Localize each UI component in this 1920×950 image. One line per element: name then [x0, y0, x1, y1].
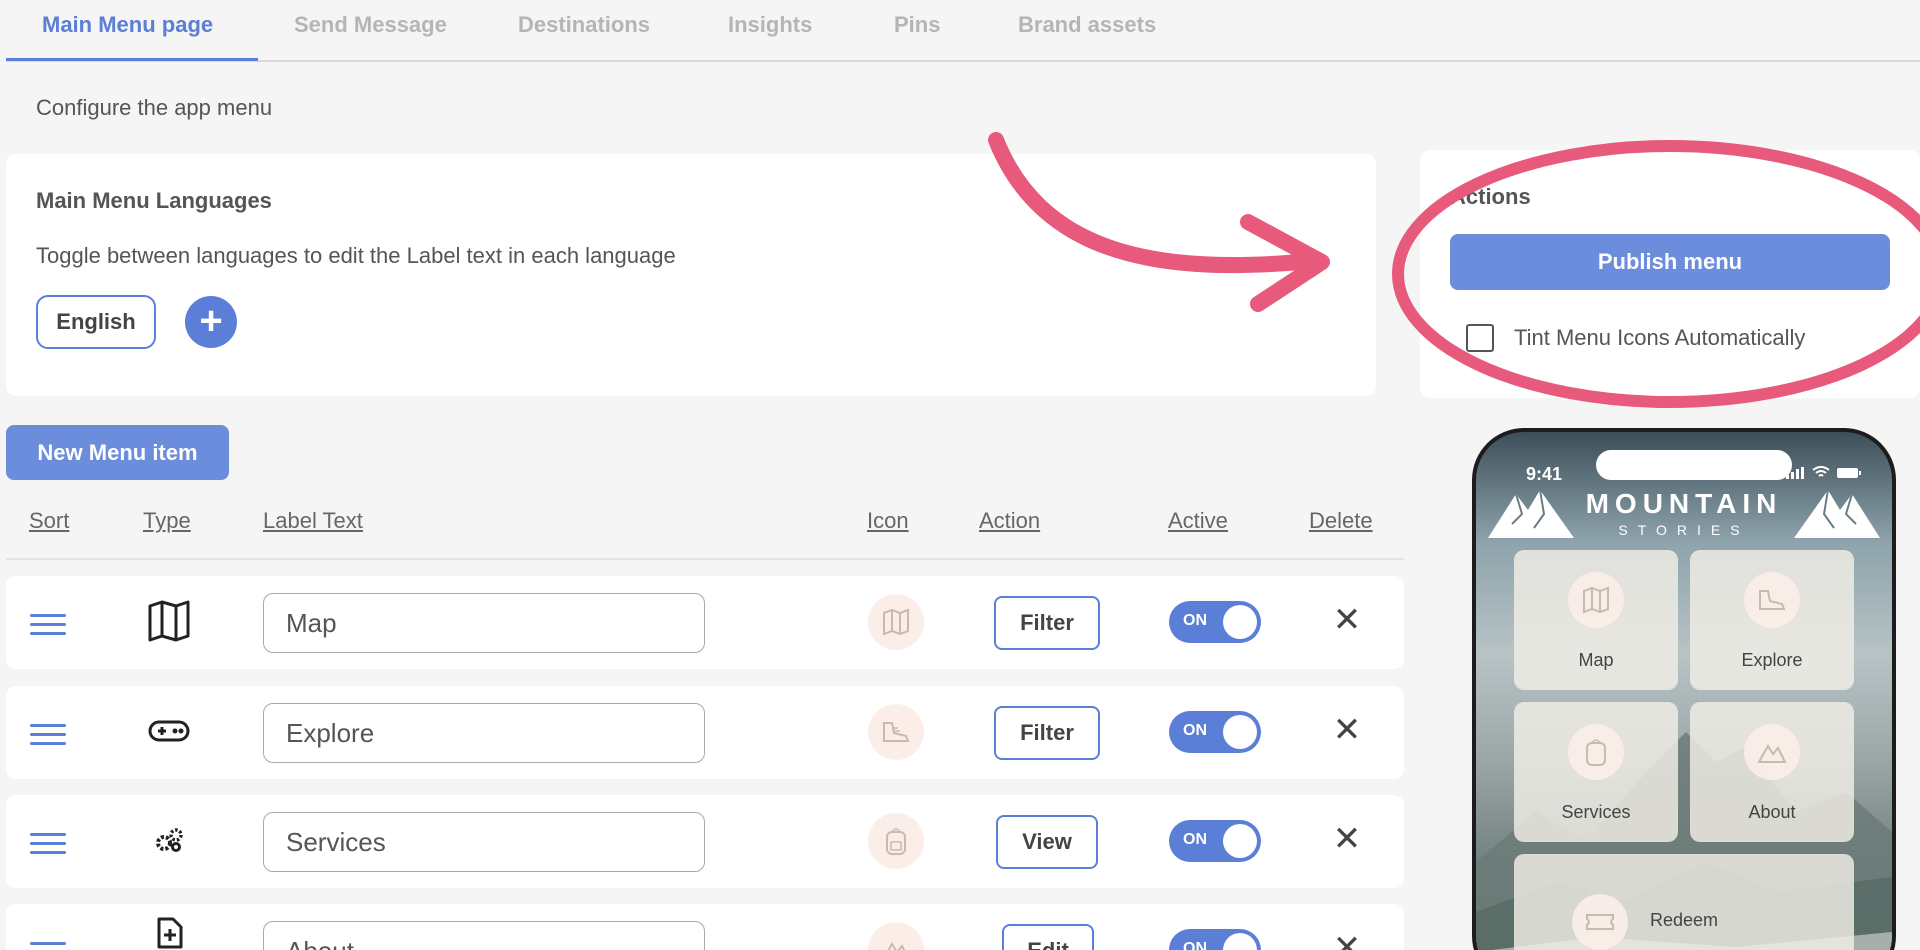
column-header-active[interactable]: Active	[1168, 508, 1228, 534]
column-header-sort[interactable]: Sort	[29, 508, 69, 534]
tab-bar: Main Menu page Send Message Destinations…	[6, 0, 1920, 62]
gamepad-icon	[146, 708, 192, 754]
brand-title: MOUNTAIN	[1585, 488, 1783, 519]
label-text-input[interactable]	[263, 703, 705, 763]
battery-icon	[1837, 468, 1861, 478]
active-toggle[interactable]: ON	[1169, 820, 1261, 862]
mountain-icon	[1744, 724, 1800, 780]
tile-label: Explore	[1741, 650, 1803, 670]
toggle-state-label: ON	[1183, 722, 1207, 739]
table-row: Filter ON ✕	[6, 686, 1404, 779]
drag-handle-icon[interactable]	[30, 833, 66, 860]
tab-insights[interactable]: Insights	[728, 12, 812, 38]
hiking-boots-icon[interactable]	[868, 704, 924, 760]
tab-destinations[interactable]: Destinations	[518, 12, 650, 38]
wifi-icon	[1812, 466, 1830, 477]
tile-label: Services	[1561, 802, 1631, 822]
actions-card: Actions Publish menu Tint Menu Icons Aut…	[1420, 150, 1920, 398]
language-english-button[interactable]: English	[36, 295, 156, 349]
add-document-icon	[146, 910, 192, 950]
label-text-input[interactable]	[263, 593, 705, 653]
tile-label: Map	[1578, 650, 1614, 670]
backpack-icon	[1568, 724, 1624, 780]
tint-icons-option: Tint Menu Icons Automatically	[1466, 324, 1805, 352]
column-header-action[interactable]: Action	[979, 508, 1040, 534]
toggle-state-label: ON	[1183, 940, 1207, 950]
active-toggle[interactable]: ON	[1169, 601, 1261, 643]
header-divider	[6, 558, 1404, 560]
tab-pins[interactable]: Pins	[894, 12, 940, 38]
page-subtitle: Configure the app menu	[36, 95, 273, 120]
toggle-knob	[1223, 605, 1257, 639]
brand-subtitle: STORIES	[1618, 522, 1750, 538]
tile-label: About	[1748, 802, 1796, 822]
mountain-thumbnail-icon[interactable]	[868, 922, 924, 950]
table-row: Filter ON ✕	[6, 576, 1404, 669]
toggle-knob	[1223, 824, 1257, 858]
phone-notch	[1596, 450, 1792, 480]
tab-main-menu-page[interactable]: Main Menu page	[42, 12, 213, 38]
close-icon[interactable]: ✕	[1329, 821, 1365, 857]
toggle-knob	[1223, 715, 1257, 749]
active-tab-indicator	[6, 58, 258, 61]
preview-tile-explore: Explore	[1690, 550, 1854, 690]
label-text-input[interactable]	[263, 921, 705, 950]
action-filter-button[interactable]: Filter	[994, 706, 1100, 760]
app-preview-phone: 9:41 MOUNTAIN STORIES Map Explore Servic…	[1472, 428, 1896, 950]
tile-label: Redeem	[1649, 910, 1719, 930]
map-icon	[1568, 572, 1624, 628]
plus-icon: +	[199, 299, 223, 343]
preview-tile-services: Services	[1514, 702, 1678, 842]
gears-icon	[146, 817, 192, 863]
publish-menu-button[interactable]: Publish menu	[1450, 234, 1890, 290]
drag-handle-icon[interactable]	[30, 942, 66, 950]
table-row: View ON ✕	[6, 795, 1404, 888]
close-icon[interactable]: ✕	[1329, 602, 1365, 638]
close-icon[interactable]: ✕	[1329, 930, 1365, 950]
toggle-knob	[1223, 933, 1257, 950]
map-thumbnail-icon[interactable]	[868, 594, 924, 650]
table-row: Edit ON ✕	[6, 904, 1404, 950]
tint-icons-label: Tint Menu Icons Automatically	[1514, 325, 1806, 350]
active-toggle[interactable]: ON	[1169, 711, 1261, 753]
preview-tile-redeem: Redeem	[1514, 854, 1854, 950]
drag-handle-icon[interactable]	[30, 724, 66, 751]
backpack-icon[interactable]	[868, 813, 924, 869]
preview-tile-about: About	[1690, 702, 1854, 842]
close-icon[interactable]: ✕	[1329, 712, 1365, 748]
tab-brand-assets[interactable]: Brand assets	[1018, 12, 1156, 38]
languages-card: Main Menu Languages Toggle between langu…	[6, 154, 1376, 396]
app-preview-screen: 9:41 MOUNTAIN STORIES Map Explore Servic…	[1476, 432, 1892, 950]
toggle-state-label: ON	[1183, 612, 1207, 629]
column-header-label-text[interactable]: Label Text	[263, 508, 363, 534]
action-filter-button[interactable]: Filter	[994, 596, 1100, 650]
toggle-state-label: ON	[1183, 831, 1207, 848]
hiking-boots-icon	[1744, 572, 1800, 628]
column-header-type[interactable]: Type	[143, 508, 191, 534]
map-icon	[146, 598, 192, 644]
app-root: Main Menu page Send Message Destinations…	[0, 0, 1920, 950]
column-header-delete[interactable]: Delete	[1309, 508, 1373, 534]
add-language-button[interactable]: +	[185, 296, 237, 348]
languages-title: Main Menu Languages	[36, 188, 272, 213]
tab-send-message[interactable]: Send Message	[294, 12, 447, 38]
label-text-input[interactable]	[263, 812, 705, 872]
signal-icon	[1786, 467, 1804, 479]
column-header-icon[interactable]: Icon	[867, 508, 909, 534]
new-menu-item-button[interactable]: New Menu item	[6, 425, 229, 480]
drag-handle-icon[interactable]	[30, 614, 66, 641]
action-edit-button[interactable]: Edit	[1002, 924, 1094, 950]
action-view-button[interactable]: View	[996, 815, 1098, 869]
preview-tile-map: Map	[1514, 550, 1678, 690]
languages-description: Toggle between languages to edit the Lab…	[36, 243, 676, 268]
active-toggle[interactable]: ON	[1169, 929, 1261, 950]
status-time: 9:41	[1526, 464, 1563, 484]
tint-icons-checkbox[interactable]	[1466, 324, 1494, 352]
actions-title: Actions	[1450, 184, 1531, 209]
status-icons	[1786, 466, 1862, 479]
